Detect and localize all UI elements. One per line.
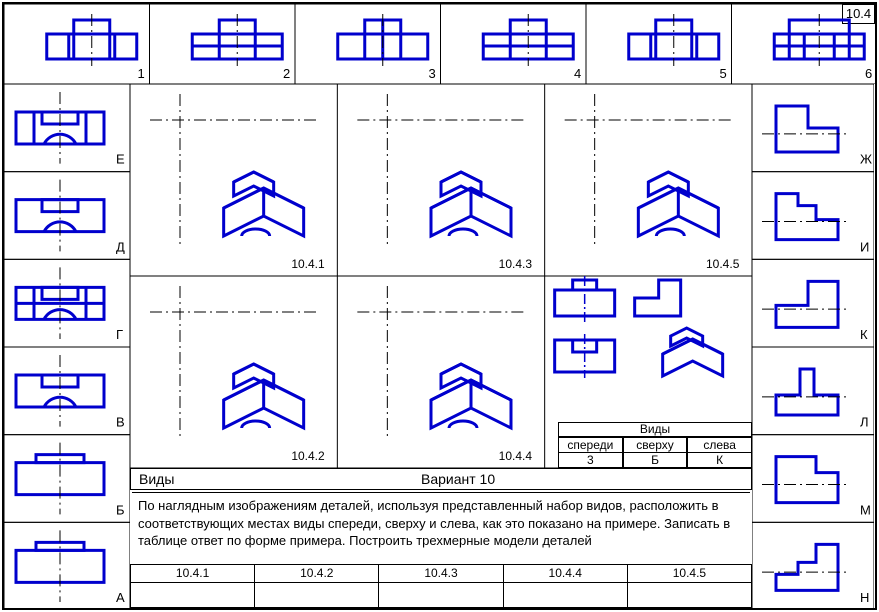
instruction-block: По наглядным изображениям деталей, испол… xyxy=(132,492,750,564)
answer-col-header: 10.4.2 xyxy=(255,565,378,583)
views-table-title: Виды xyxy=(558,422,752,437)
header-left: Виды xyxy=(139,471,174,487)
svg-text:10.4.5: 10.4.5 xyxy=(706,257,740,271)
center-grid: 10.4.1 10.4.3 10.4.5 10.4.2 10.4.4 xyxy=(130,84,752,468)
svg-text:И: И xyxy=(860,239,869,254)
svg-text:6: 6 xyxy=(865,66,872,81)
svg-text:2: 2 xyxy=(283,66,290,81)
svg-text:10.4.2: 10.4.2 xyxy=(291,449,325,463)
svg-text:Е: Е xyxy=(116,152,125,167)
svg-text:Б: Б xyxy=(116,502,125,517)
svg-text:М: М xyxy=(860,502,871,517)
right-column: Ж И К Л М Н xyxy=(752,84,874,610)
views-col-header: спереди xyxy=(559,438,622,453)
instruction-text: По наглядным изображениям деталей, испол… xyxy=(132,493,750,554)
svg-text:В: В xyxy=(116,415,125,430)
answer-col-header: 10.4.5 xyxy=(628,565,751,583)
views-col: слеваК xyxy=(687,437,752,468)
views-col-value: К xyxy=(688,453,751,467)
answer-col-blank[interactable] xyxy=(504,583,627,607)
top-row: 1 2 3 4 5 6 xyxy=(4,4,877,84)
answer-row: 10.4.110.4.210.4.310.4.410.4.5 xyxy=(130,564,752,608)
svg-text:10.4.3: 10.4.3 xyxy=(499,257,533,271)
answer-col-header: 10.4.3 xyxy=(379,565,502,583)
views-col-value: Б xyxy=(624,453,687,467)
views-col: сверхуБ xyxy=(623,437,688,468)
header-strip: Виды Вариант 10 xyxy=(130,468,752,490)
svg-text:К: К xyxy=(860,327,868,342)
svg-text:10.4.1: 10.4.1 xyxy=(291,257,325,271)
views-col: спереди3 xyxy=(558,437,623,468)
svg-text:Л: Л xyxy=(860,415,869,430)
answer-col-blank[interactable] xyxy=(628,583,751,607)
svg-text:Ж: Ж xyxy=(860,152,872,167)
svg-text:1: 1 xyxy=(138,66,145,81)
views-col-value: 3 xyxy=(559,453,622,467)
svg-text:3: 3 xyxy=(429,66,436,81)
svg-text:Н: Н xyxy=(860,590,869,605)
answer-col-header: 10.4.1 xyxy=(131,565,254,583)
views-table: Виды спереди3сверхуБслеваК xyxy=(558,422,752,468)
header-right: Вариант 10 xyxy=(421,471,495,487)
answer-col-blank[interactable] xyxy=(131,583,254,607)
svg-text:4: 4 xyxy=(574,66,581,81)
svg-text:10.4.4: 10.4.4 xyxy=(499,449,533,463)
svg-text:А: А xyxy=(116,590,125,605)
views-col-header: сверху xyxy=(624,438,687,453)
svg-text:Д: Д xyxy=(116,239,125,254)
svg-text:Г: Г xyxy=(116,327,123,342)
answer-col-blank[interactable] xyxy=(255,583,378,607)
svg-text:5: 5 xyxy=(720,66,727,81)
views-col-header: слева xyxy=(688,438,751,453)
answer-col-header: 10.4.4 xyxy=(504,565,627,583)
left-column: Е Д Г В Б А xyxy=(4,84,130,610)
answer-col-blank[interactable] xyxy=(379,583,502,607)
